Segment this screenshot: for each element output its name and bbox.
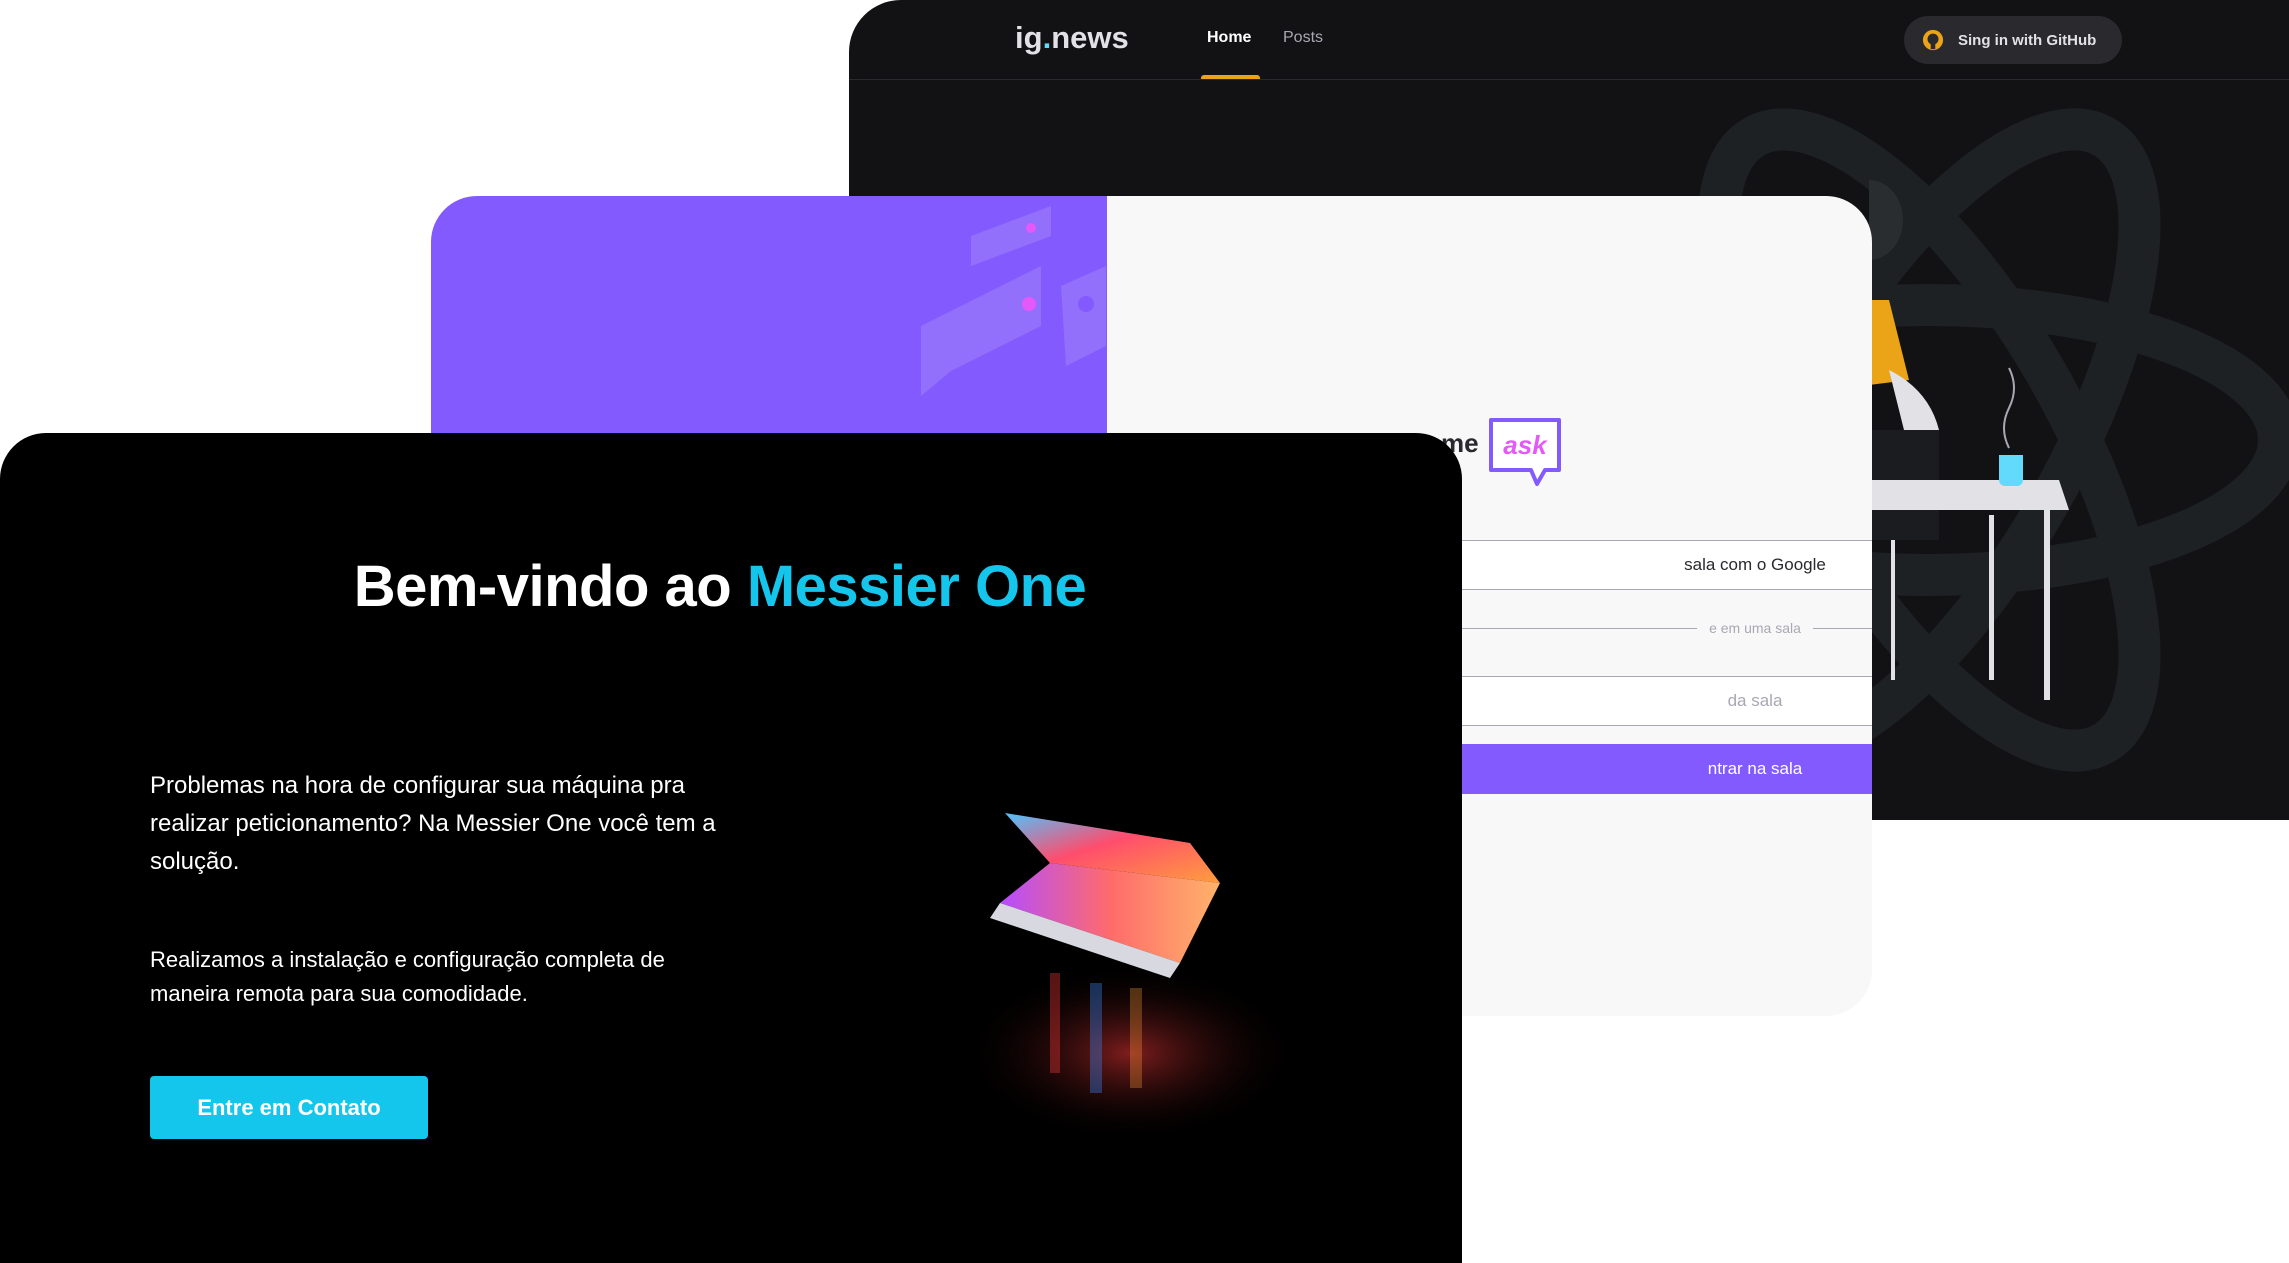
nav-home[interactable]: Home <box>1207 29 1251 47</box>
page-title: Bem-vindo ao Messier One <box>353 554 1087 619</box>
separator-label: e em uma sala <box>1709 620 1801 636</box>
nav-posts[interactable]: Posts <box>1283 29 1323 47</box>
contact-button[interactable]: Entre em Contato <box>150 1076 428 1139</box>
chat-illustration <box>921 206 1106 396</box>
logo-badge-text: ask <box>1503 430 1548 460</box>
signin-github-button[interactable]: Sing in with GitHub <box>1904 16 2122 64</box>
ig-logo[interactable]: ig.news <box>1015 20 1129 56</box>
contact-button-label: Entre em Contato <box>197 1094 381 1120</box>
laptop-image <box>960 813 1300 1143</box>
nav-active-indicator <box>1201 75 1260 79</box>
enter-room-button[interactable]: ntrar na sala <box>1431 744 1872 794</box>
ig-header: ig.news Home Posts Sing in with GitHub <box>849 0 2289 80</box>
room-code-input[interactable] <box>1431 676 1872 726</box>
create-room-google-button[interactable]: sala com o Google <box>1431 540 1872 590</box>
ask-badge-icon: ask <box>1489 418 1561 486</box>
intro-paragraph: Problemas na hora de configurar sua máqu… <box>150 772 716 875</box>
enter-button-label: ntrar na sala <box>1707 759 1803 778</box>
developer-illustration <box>1869 180 2069 700</box>
signin-label: Sing in with GitHub <box>1958 31 2097 49</box>
google-button-label: sala com o Google <box>1684 555 1826 574</box>
github-icon <box>1922 29 1944 51</box>
service-paragraph: Realizamos a instalação e configuração c… <box>150 947 665 1006</box>
separator: e em uma sala <box>1431 620 1872 636</box>
messier-one-window: Bem-vindo ao Messier One Problemas na ho… <box>0 433 1462 1263</box>
